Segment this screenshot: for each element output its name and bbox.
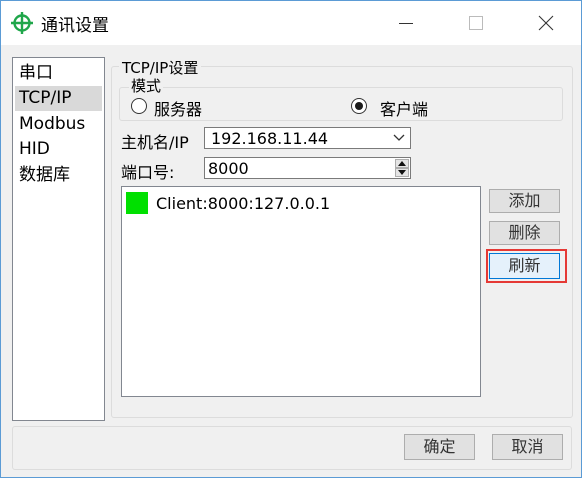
- spin-up-button[interactable]: [395, 159, 409, 168]
- radio-selected-dot: [355, 102, 363, 110]
- tcpip-group-title: TCP/IP设置: [119, 57, 202, 78]
- minimize-button[interactable]: [383, 1, 429, 45]
- maximize-button[interactable]: [453, 1, 499, 45]
- port-spin-buttons: [395, 159, 409, 177]
- host-value: 192.168.11.44: [211, 129, 329, 148]
- client-list[interactable]: Client:8000:127.0.0.1: [121, 186, 481, 397]
- port-label: 端口号:: [121, 163, 175, 182]
- client-radio-label: 客户端: [380, 100, 429, 119]
- add-button[interactable]: 添加: [489, 189, 560, 213]
- nav-item-hid[interactable]: HID: [15, 137, 102, 162]
- server-radio[interactable]: [131, 98, 147, 114]
- window-title: 通讯设置: [41, 16, 109, 36]
- close-icon: [538, 15, 554, 31]
- port-spinbox[interactable]: 8000: [204, 157, 411, 179]
- host-label: 主机名/IP: [121, 133, 189, 152]
- nav-item-modbus[interactable]: Modbus: [15, 112, 102, 137]
- nav-item-database[interactable]: 数据库: [15, 163, 102, 188]
- title-bar[interactable]: 通讯设置: [1, 1, 581, 45]
- client-status-swatch: [126, 192, 148, 214]
- nav-item-serial[interactable]: 串口: [15, 61, 102, 86]
- client-radio[interactable]: [351, 98, 367, 114]
- mode-group-title: 模式: [129, 77, 164, 95]
- spin-down-button[interactable]: [395, 168, 409, 177]
- triangle-down-icon: [398, 170, 406, 175]
- triangle-up-icon: [398, 161, 406, 166]
- crosshair-icon: [11, 12, 33, 34]
- refresh-highlight-box: [486, 249, 567, 283]
- protocol-list[interactable]: 串口 TCP/IP Modbus HID 数据库: [12, 57, 105, 421]
- port-value: 8000: [208, 159, 249, 178]
- delete-button[interactable]: 删除: [489, 221, 560, 245]
- ok-button[interactable]: 确定: [404, 434, 475, 460]
- client-entry-text: Client:8000:127.0.0.1: [156, 194, 331, 213]
- nav-item-tcpip[interactable]: TCP/IP: [15, 86, 102, 111]
- minimize-icon: [399, 23, 413, 24]
- chevron-down-icon[interactable]: [393, 133, 405, 143]
- server-radio-label: 服务器: [154, 100, 203, 119]
- settings-window: 通讯设置 串口 TCP/IP Modbus HID 数据库 TCP/IP设置 模…: [0, 0, 582, 478]
- maximize-icon: [469, 16, 483, 30]
- close-button[interactable]: [523, 1, 569, 45]
- footer-panel: [12, 426, 572, 470]
- host-combobox[interactable]: 192.168.11.44: [204, 127, 411, 149]
- dialog-body: 串口 TCP/IP Modbus HID 数据库 TCP/IP设置 模式 服务器…: [1, 45, 581, 477]
- cancel-button[interactable]: 取消: [492, 434, 563, 460]
